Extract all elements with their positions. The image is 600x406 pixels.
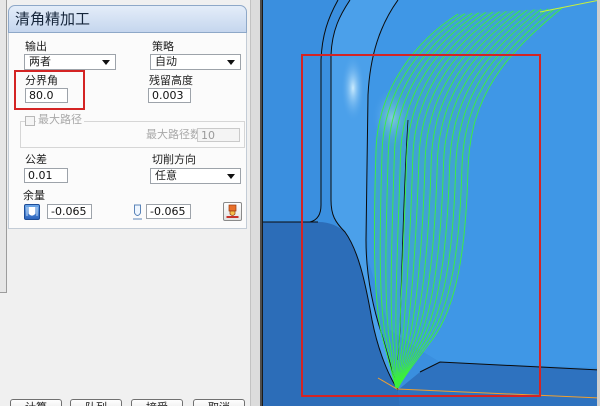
tolerance-input[interactable] [24,168,68,183]
window-frame [0,0,7,293]
dropdown-arrow-icon [227,60,235,65]
tolerance-label: 公差 [25,153,47,166]
strategy-select-value: 自动 [155,55,177,68]
fillet-highlight [341,54,365,122]
residual-height-label: 残留高度 [149,74,193,87]
max-paths-checkbox[interactable] [25,116,35,126]
residual-height-input[interactable] [148,88,191,103]
cut-direction-select[interactable]: 任意 [150,168,241,184]
cut-direction-select-value: 任意 [155,169,177,182]
max-paths-count-input[interactable] [197,128,240,142]
allowance-settings-icon [226,204,239,218]
panel-splitter[interactable] [250,0,262,406]
strategy-label: 策略 [152,40,174,53]
output-label: 输出 [25,40,47,53]
cancel-button[interactable]: 取消 [193,399,245,406]
tool-axial-allowance-icon[interactable] [132,204,143,220]
cut-direction-label: 切削方向 [152,153,196,166]
dropdown-arrow-icon [227,174,235,179]
radial-allowance-input[interactable] [47,204,92,219]
dropdown-arrow-icon [102,60,110,65]
finishing-dialog-panel: 清角精加工 输出 两者 策略 自动 分界角 残留高度 最大路径 最大路径数 公差… [0,0,250,406]
allowance-settings-button[interactable] [223,202,242,221]
3d-viewport[interactable] [262,0,600,406]
dialog-button-bar: 计算 队列 接受 取消 [0,399,250,406]
strategy-select[interactable]: 自动 [150,54,241,70]
allowance-label: 余量 [23,189,45,202]
max-paths-label: 最大路径 [36,113,84,126]
output-select-value: 两者 [29,55,51,68]
calculate-button[interactable]: 计算 [10,399,62,406]
axial-allowance-input[interactable] [146,204,191,219]
dialog-title: 清角精加工 [8,5,247,33]
annotation-box [14,70,85,110]
output-select[interactable]: 两者 [24,54,116,70]
queue-button[interactable]: 队列 [70,399,122,406]
tool-radial-allowance-icon[interactable] [24,204,40,220]
max-paths-count-label: 最大路径数 [146,128,201,141]
accept-button[interactable]: 接受 [131,399,183,406]
